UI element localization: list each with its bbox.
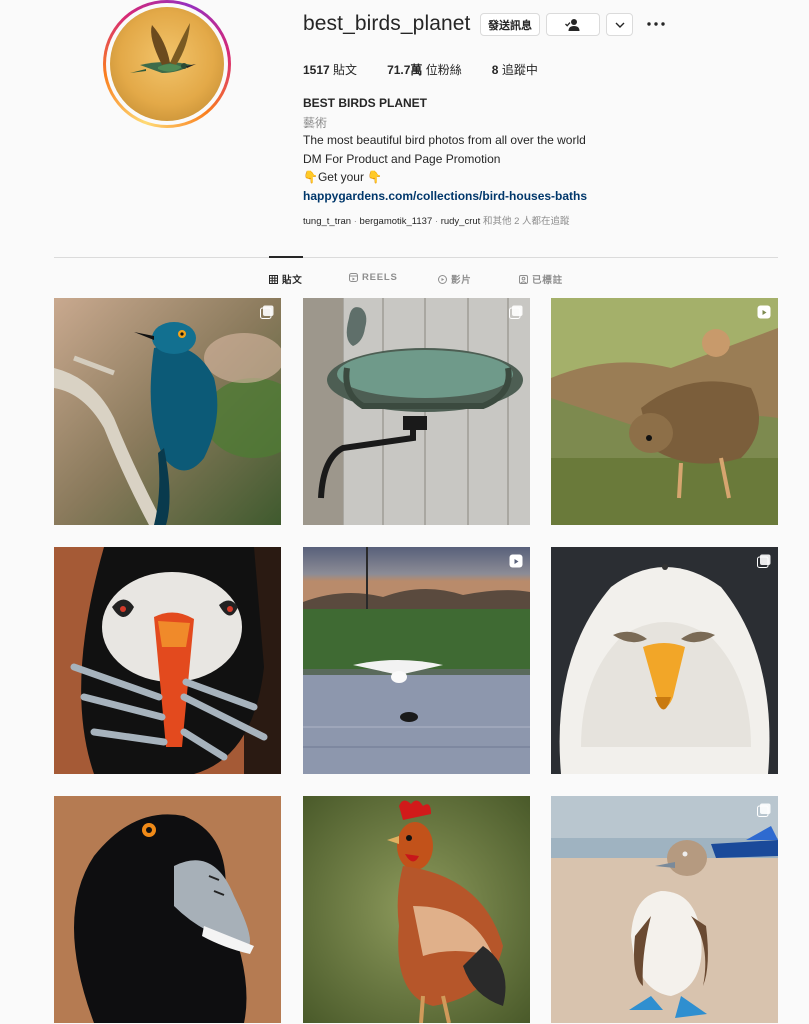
bio-full-name: BEST BIRDS PLANET — [303, 96, 428, 110]
chevron-down-icon — [615, 22, 624, 28]
rooster-photo — [303, 796, 530, 1023]
bird-bath-photo — [303, 298, 530, 525]
ellipsis-icon — [647, 22, 665, 26]
bio-line-1: The most beautiful bird photos from all … — [303, 133, 586, 147]
post-tile[interactable] — [54, 298, 281, 525]
carousel-icon — [509, 305, 523, 319]
puffin-photo — [54, 547, 281, 774]
video-icon — [438, 274, 447, 284]
posts-stat: 1517 貼文 — [303, 61, 357, 78]
carousel-icon — [260, 305, 274, 319]
user-check-icon — [565, 18, 580, 31]
bio-category: 藝術 — [303, 116, 328, 130]
profile-avatar-ring[interactable] — [103, 0, 231, 128]
profile-avatar[interactable] — [110, 7, 224, 121]
tab-videos-label: 影片 — [451, 275, 472, 286]
followers-label: 位粉絲 — [425, 63, 462, 77]
following-count: 8 — [491, 63, 499, 77]
post-tile[interactable] — [303, 547, 530, 774]
active-tab-indicator — [269, 256, 303, 258]
reel-icon — [509, 554, 523, 568]
tab-posts-label: 貼文 — [282, 275, 303, 286]
posts-count: 1517 — [303, 63, 330, 77]
post-tile[interactable] — [551, 298, 778, 525]
ring-necked-duck-photo — [54, 796, 281, 1023]
post-tile[interactable] — [54, 547, 281, 774]
tab-reels-label: REELS — [362, 272, 398, 283]
profile-stats: 1517 貼文 71.7萬 位粉絲 8 追蹤中 — [303, 61, 568, 78]
reels-icon — [349, 273, 358, 282]
bio-line-2: DM For Product and Page Promotion — [303, 152, 501, 166]
bee-eater-bird-icon — [130, 23, 196, 73]
carousel-icon — [757, 554, 771, 568]
options-button[interactable] — [645, 13, 667, 35]
tabs-divider — [54, 257, 778, 258]
tab-tagged[interactable]: 已標註 — [519, 272, 563, 286]
swan-pond-photo — [303, 547, 530, 774]
blue-footed-booby-photo — [551, 796, 778, 1023]
followers-stat[interactable]: 71.7萬 位粉絲 — [387, 61, 462, 78]
post-tile[interactable] — [303, 796, 530, 1023]
followed-by[interactable]: tung_t_tran · bergamotik_1137 · rudy_cru… — [303, 213, 570, 227]
post-tile[interactable] — [551, 547, 778, 774]
tab-reels[interactable]: REELS — [349, 272, 398, 283]
tab-videos[interactable]: 影片 — [438, 272, 472, 286]
send-message-button[interactable]: 發送訊息 — [480, 13, 540, 36]
followed-by-user-3[interactable]: rudy_crut — [441, 216, 481, 227]
posts-label: 貼文 — [333, 63, 358, 77]
carousel-icon — [757, 803, 771, 817]
reel-icon — [757, 305, 771, 319]
followed-by-user-1[interactable]: tung_t_tran — [303, 216, 351, 227]
bio-line-3: 👇Get your 👇 — [303, 170, 383, 184]
grouse-photo — [551, 298, 778, 525]
post-tile[interactable] — [54, 796, 281, 1023]
followers-count: 71.7萬 — [387, 63, 423, 77]
profile-username: best_birds_planet — [303, 12, 471, 35]
following-label: 追蹤中 — [501, 63, 538, 77]
suggested-accounts-button[interactable] — [606, 13, 633, 36]
grid-icon — [269, 274, 278, 284]
followed-by-suffix: 和其他 2 人都在追蹤 — [482, 216, 570, 227]
tab-posts[interactable]: 貼文 — [269, 272, 303, 286]
bald-eagle-photo — [551, 547, 778, 774]
following-button[interactable] — [546, 13, 600, 36]
starling-photo — [54, 298, 281, 525]
followed-by-user-2[interactable]: bergamotik_1137 — [360, 216, 433, 227]
post-tile[interactable] — [303, 298, 530, 525]
following-stat[interactable]: 8 追蹤中 — [492, 61, 538, 78]
bio-website-link[interactable]: happygardens.com/collections/bird-houses… — [303, 189, 587, 203]
post-tile[interactable] — [551, 796, 778, 1023]
tag-icon — [519, 274, 528, 284]
tab-tagged-label: 已標註 — [532, 275, 563, 286]
